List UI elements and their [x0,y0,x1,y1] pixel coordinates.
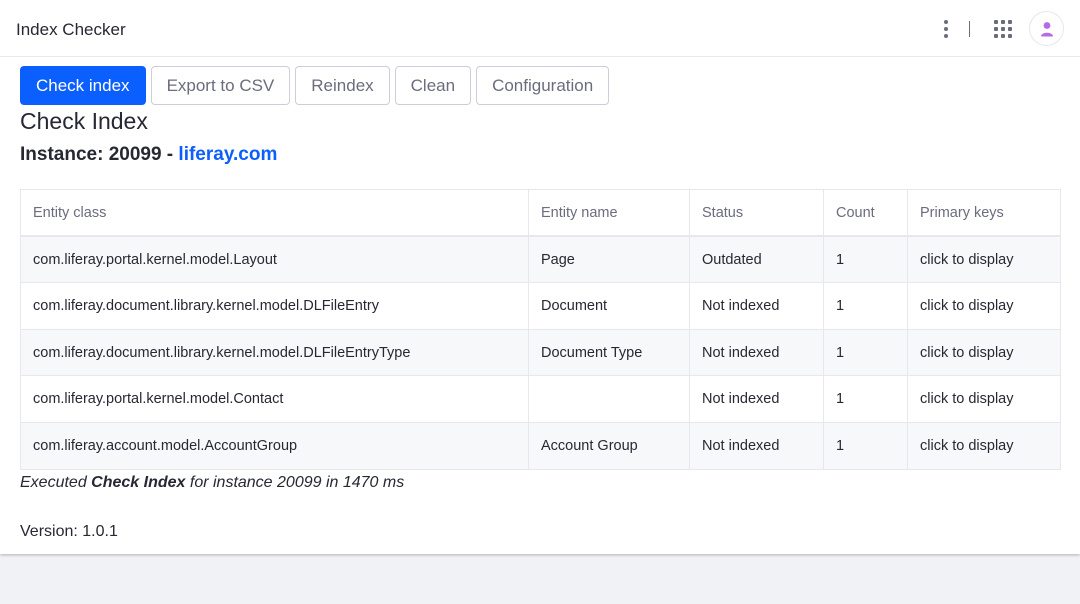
page-title: Check Index [20,108,148,134]
table-row: com.liferay.portal.kernel.model.Contact … [20,375,1061,423]
check-index-button[interactable]: Check index [20,66,146,105]
primary-keys-toggle[interactable]: click to display [907,282,1061,330]
entity-class-cell: com.liferay.document.library.kernel.mode… [20,282,529,330]
count-cell: 1 [823,328,908,377]
instance-label: Instance: 20099 - [20,144,179,165]
status-cell: Outdated [689,235,824,284]
instance-heading: Instance: 20099 - liferay.com [20,144,277,166]
table-header-row: Entity class Entity name Status Count Pr… [20,189,1061,238]
table-row: com.liferay.document.library.kernel.mode… [20,328,1061,377]
action-toolbar: Check index Export to CSV Reindex Clean … [20,66,610,105]
apps-grid-icon[interactable] [994,20,1012,38]
count-cell: 1 [823,421,908,470]
clean-button[interactable]: Clean [394,66,472,105]
count-cell: 1 [823,282,908,330]
configuration-button[interactable]: Configuration [476,66,610,105]
column-header: Status [689,189,824,238]
status-cell: Not indexed [689,421,824,470]
count-cell: 1 [823,235,908,284]
user-avatar-icon[interactable] [1029,11,1064,46]
results-table: Entity class Entity name Status Count Pr… [20,189,1061,470]
app-card: Index Checker Check index Export to CSV … [0,0,1080,554]
entity-name-cell [528,375,690,423]
kebab-menu-icon[interactable] [938,18,954,40]
column-header: Primary keys [907,189,1061,238]
table-row: com.liferay.account.model.AccountGroup A… [20,421,1061,470]
table-row: com.liferay.portal.kernel.model.Layout P… [20,235,1061,284]
column-header: Entity class [20,189,529,238]
reindex-button[interactable]: Reindex [295,66,390,105]
execution-summary: Executed Check Index for instance 20099 … [20,474,404,492]
status-cell: Not indexed [689,328,824,377]
entity-name-cell: Document [528,282,690,330]
header-divider [969,21,970,37]
primary-keys-toggle[interactable]: click to display [907,375,1061,423]
exec-suffix: for instance 20099 in 1470 ms [185,474,405,491]
column-header: Entity name [528,189,690,238]
instance-link[interactable]: liferay.com [178,144,277,165]
version-label: Version: 1.0.1 [20,523,118,540]
primary-keys-toggle[interactable]: click to display [907,328,1061,377]
entity-class-cell: com.liferay.portal.kernel.model.Contact [20,375,529,423]
entity-class-cell: com.liferay.portal.kernel.model.Layout [20,235,529,284]
column-header: Count [823,189,908,238]
exec-prefix: Executed [20,474,92,491]
primary-keys-toggle[interactable]: click to display [907,235,1061,284]
top-bar: Index Checker [0,0,1080,57]
status-cell: Not indexed [689,282,824,330]
primary-keys-toggle[interactable]: click to display [907,421,1061,470]
entity-name-cell: Document Type [528,328,690,377]
entity-class-cell: com.liferay.document.library.kernel.mode… [20,328,529,377]
entity-class-cell: com.liferay.account.model.AccountGroup [20,421,529,470]
status-cell: Not indexed [689,375,824,423]
export-csv-button[interactable]: Export to CSV [150,66,291,105]
table-row: com.liferay.document.library.kernel.mode… [20,282,1061,330]
entity-name-cell: Account Group [528,421,690,470]
app-title: Index Checker [16,20,126,39]
entity-name-cell: Page [528,235,690,284]
count-cell: 1 [823,375,908,423]
exec-action: Check Index [91,474,186,491]
